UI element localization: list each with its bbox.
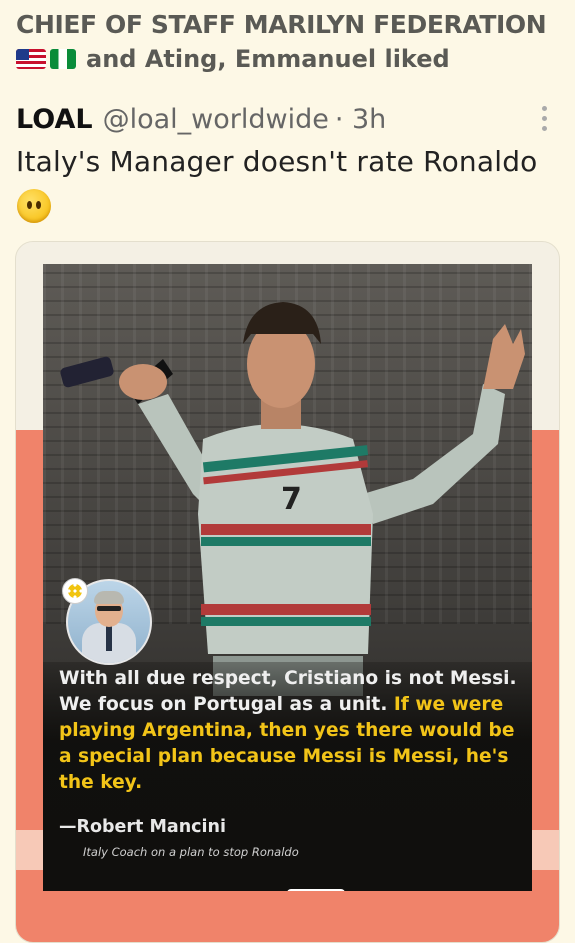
media-image[interactable]: 7 With all due respect, Cristiano is not… [43,264,532,891]
liked-text: and Ating, Emmanuel liked [86,45,450,73]
author-handle[interactable]: @loal_worldwide [103,104,329,135]
goal-logo-icon [287,889,345,891]
liked-by-line[interactable]: and Ating, Emmanuel liked [16,45,571,73]
confused-face-emoji-icon [17,189,51,223]
post-header: LOAL @loal_worldwide · 3h [16,104,561,135]
social-context: CHIEF OF STAFF MARILYN FEDERATION and At… [16,10,571,73]
media-card[interactable]: 7 With all due respect, Cristiano is not… [15,241,560,943]
post-time: · 3h [334,104,387,135]
svg-text:7: 7 [281,482,302,517]
us-flag-icon [16,49,46,69]
quote-attribution: —Robert Mancini [59,817,226,837]
quote-subtitle: Italy Coach on a plan to stop Ronaldo [83,845,299,859]
quote-text: With all due respect, Cristiano is not M… [59,666,524,796]
post-text: Italy's Manager doesn't rate Ronaldo [16,145,538,178]
nigeria-flag-icon [50,49,76,69]
more-options-icon[interactable] [542,106,547,131]
context-title[interactable]: CHIEF OF STAFF MARILYN FEDERATION [16,10,571,39]
badge-icon [62,578,88,604]
author-name[interactable]: LOAL [16,104,93,135]
